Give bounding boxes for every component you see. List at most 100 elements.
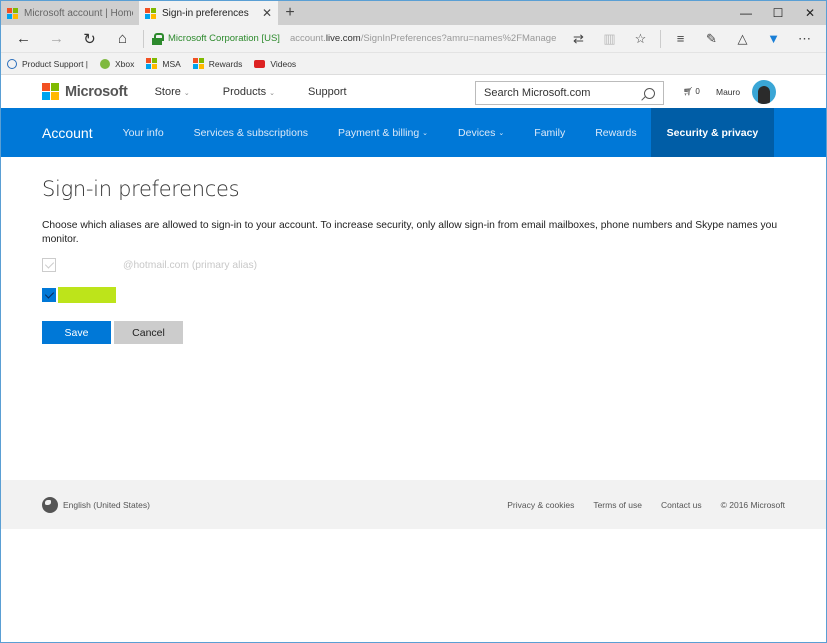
cart-icon: 🛒︎	[683, 87, 694, 96]
url-prefix: account.	[289, 33, 326, 44]
nav-payment-billing[interactable]: Payment & billing ⌄	[338, 108, 428, 157]
search-input[interactable]: Search Microsoft.com	[475, 81, 664, 105]
copyright: © 2016 Microsoft	[720, 499, 785, 510]
nav-your-info[interactable]: Your info	[123, 108, 164, 157]
plus-icon: +	[285, 4, 295, 21]
terms-of-use-link[interactable]: Terms of use	[593, 500, 642, 510]
site-identity[interactable]: Microsoft Corporation [US]	[168, 33, 280, 44]
youtube-icon	[254, 59, 266, 68]
microsoft-logo-icon	[42, 83, 59, 100]
url-domain: live.com	[325, 33, 361, 44]
contact-us-link[interactable]: Contact us	[661, 500, 702, 510]
home-icon[interactable]: ⌂	[106, 30, 139, 47]
alias-label: @hotmail.com (primary alias)	[123, 259, 258, 271]
address-bar: ← → ↻ ⌂ Microsoft Corporation [US] accou…	[1, 25, 826, 53]
nav-support[interactable]: Support	[308, 86, 347, 98]
nav-label: Rewards	[595, 126, 637, 139]
search-icon[interactable]	[644, 87, 655, 99]
main-content: Sign-in preferences Choose which aliases…	[1, 157, 826, 344]
close-window-icon[interactable]: ✕	[794, 1, 826, 25]
nav-security-privacy[interactable]: Security & privacy	[650, 108, 775, 157]
microsoft-logo[interactable]: Microsoft	[42, 83, 128, 100]
cancel-button[interactable]: Cancel	[114, 321, 183, 344]
nav-devices[interactable]: Devices ⌄	[458, 108, 504, 157]
extension-icon[interactable]: ▼	[758, 31, 789, 46]
window-controls: — ☐ ✕	[730, 1, 826, 25]
support-icon	[7, 58, 17, 69]
brand-name: Microsoft	[65, 83, 128, 100]
nav-label: Payment & billing	[338, 126, 420, 139]
alias-row	[42, 287, 785, 303]
save-button[interactable]: Save	[42, 321, 111, 344]
cart-button[interactable]: 🛒︎ 0	[683, 87, 700, 96]
chevron-down-icon: ⌄	[183, 89, 190, 97]
page-title: Sign-in preferences	[42, 177, 240, 201]
nav-rewards[interactable]: Rewards	[595, 108, 636, 157]
nav-products[interactable]: Products ⌄	[223, 86, 275, 98]
globe-icon	[42, 496, 58, 513]
web-note-icon[interactable]: ✎	[696, 31, 727, 47]
alias-row: @hotmail.com (primary alias)	[42, 257, 785, 273]
nav-services-subscriptions[interactable]: Services & subscriptions	[194, 108, 308, 157]
tab-microsoft-account-home[interactable]: Microsoft account | Home	[1, 1, 139, 25]
nav-label: Support	[308, 85, 347, 98]
user-name[interactable]: Mauro	[716, 87, 740, 97]
favorite-rewards[interactable]: Rewards	[192, 58, 243, 69]
nav-label: Security & privacy	[666, 126, 759, 139]
account-home-link[interactable]: Account	[42, 125, 93, 141]
lock-icon[interactable]	[152, 32, 164, 45]
url-path: /SignInPreferences?amru=names%2FManage	[360, 33, 557, 44]
xbox-icon	[100, 58, 110, 69]
alias-checkbox[interactable]	[42, 288, 56, 302]
nav-store[interactable]: Store ⌄	[155, 86, 190, 98]
cart-count: 0	[695, 87, 700, 96]
share-icon[interactable]: △	[727, 31, 758, 47]
nav-label: Store	[154, 85, 181, 98]
browser-toolbar: ⇄ ▥ ☆ ≡ ✎ △ ▼ ⋯	[563, 29, 820, 48]
close-tab-icon[interactable]: ✕	[262, 6, 272, 20]
more-icon[interactable]: ⋯	[789, 31, 820, 47]
tab-sign-in-preferences[interactable]: Sign-in preferences ✕	[139, 1, 278, 25]
favorite-label: Rewards	[208, 58, 243, 69]
refresh-icon[interactable]: ↻	[73, 30, 106, 48]
favorite-star-icon[interactable]: ☆	[625, 31, 656, 47]
chevron-down-icon: ⌄	[422, 129, 429, 137]
microsoft-favicon-icon	[145, 7, 156, 19]
footer: English (United States) Privacy & cookie…	[1, 480, 826, 529]
translate-icon[interactable]: ⇄	[563, 31, 594, 47]
forward-icon[interactable]: →	[40, 30, 73, 47]
divider	[143, 29, 144, 48]
new-tab-button[interactable]: +	[278, 1, 302, 25]
favorite-product-support[interactable]: Product Support |	[7, 58, 88, 69]
favorites-bar: Product Support | Xbox MSA Rewards Video…	[1, 53, 826, 75]
chevron-down-icon: ⌄	[498, 129, 505, 137]
favorite-videos[interactable]: Videos	[254, 59, 296, 69]
microsoft-favicon-icon	[7, 7, 18, 19]
divider	[660, 29, 661, 48]
minimize-icon[interactable]: —	[730, 1, 762, 25]
url-field[interactable]: account.live.com/SignInPreferences?amru=…	[290, 33, 563, 44]
search-placeholder: Search Microsoft.com	[484, 87, 591, 99]
account-nav: Account Your info Services & subscriptio…	[1, 108, 826, 157]
nav-family[interactable]: Family	[534, 108, 565, 157]
maximize-icon[interactable]: ☐	[762, 1, 794, 25]
favorite-label: Product Support |	[22, 58, 88, 69]
reading-view-icon[interactable]: ▥	[594, 31, 625, 47]
microsoft-icon	[146, 58, 158, 69]
nav-label: Products	[222, 85, 267, 98]
hub-icon[interactable]: ≡	[665, 31, 696, 46]
browser-tab-bar: Microsoft account | Home Sign-in prefere…	[1, 1, 826, 25]
favorite-xbox[interactable]: Xbox	[100, 58, 135, 69]
language-selector[interactable]: English (United States)	[63, 500, 150, 510]
favorite-msa[interactable]: MSA	[146, 58, 181, 69]
back-icon[interactable]: ←	[7, 30, 40, 47]
avatar[interactable]	[752, 80, 776, 104]
page-description: Choose which aliases are allowed to sign…	[42, 220, 778, 245]
site-header: Microsoft Store ⌄ Products ⌄ Support Searc…	[1, 75, 826, 108]
privacy-cookies-link[interactable]: Privacy & cookies	[507, 500, 574, 510]
redacted-alias	[58, 287, 116, 303]
tab-title: Microsoft account | Home	[24, 7, 133, 19]
nav-label: Services & subscriptions	[193, 126, 309, 139]
favorite-label: Xbox	[115, 58, 135, 69]
nav-label: Your info	[122, 126, 164, 139]
